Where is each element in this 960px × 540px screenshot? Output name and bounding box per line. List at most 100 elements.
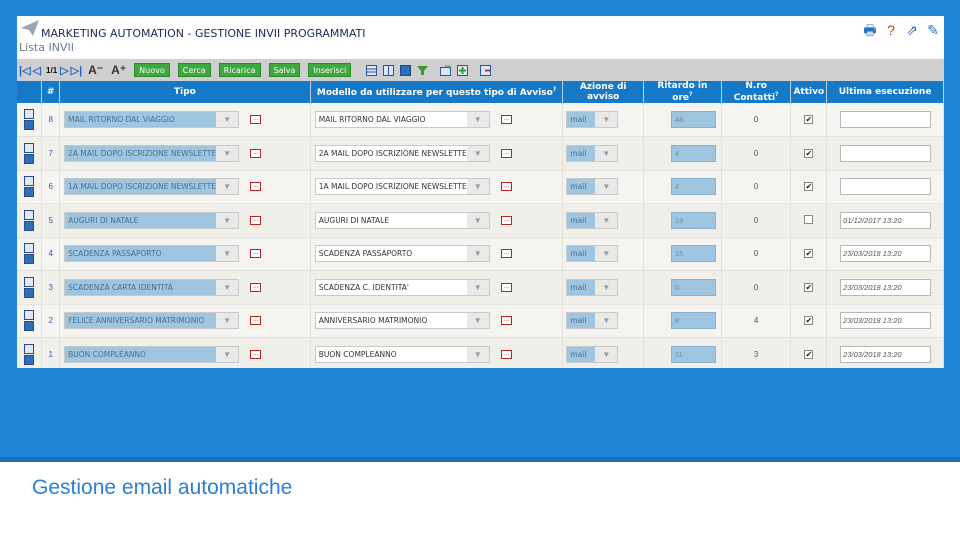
row-id[interactable]: 4: [41, 237, 61, 271]
col-ultima[interactable]: Ultima esecuzione: [826, 81, 944, 103]
edit-record-icon[interactable]: [24, 343, 35, 354]
modello-lookup-button[interactable]: ...: [501, 349, 512, 359]
ultima-input[interactable]: 01/12/2017 13:20: [840, 211, 932, 229]
dropdown-arrow-icon[interactable]: ▼: [216, 145, 239, 161]
modello-select[interactable]: 2A MAIL DOPO ISCRIZIONE NEWSLETTER ▼: [314, 144, 490, 162]
printer-icon[interactable]: 🖶: [861, 21, 879, 39]
ritardo-input[interactable]: 11: [670, 345, 716, 363]
attivo-checkbox[interactable]: ✔: [804, 148, 814, 158]
dropdown-arrow-icon[interactable]: ▼: [216, 112, 239, 127]
azione-select[interactable]: mail ▼: [566, 178, 619, 196]
grid-view-icon[interactable]: [366, 64, 378, 76]
tipo-select[interactable]: SCADENZA PASSAPORTO ▼: [64, 245, 240, 263]
modello-lookup-button[interactable]: ...: [501, 316, 512, 326]
dropdown-arrow-icon[interactable]: ▼: [466, 179, 489, 195]
modello-lookup-button[interactable]: ...: [501, 148, 512, 158]
dropdown-arrow-icon[interactable]: ▼: [466, 279, 489, 295]
copy-record-icon[interactable]: [24, 187, 35, 198]
dropdown-arrow-icon[interactable]: ▼: [466, 145, 489, 161]
tipo-select[interactable]: AUGURI DI NATALE ▼: [64, 211, 240, 229]
tipo-lookup-button[interactable]: ...: [250, 282, 262, 292]
modello-select[interactable]: 1A MAIL DOPO ISCRIZIONE NEWSLETTER ▼: [314, 178, 490, 196]
next-page-icon[interactable]: ▷: [60, 64, 68, 77]
dropdown-arrow-icon[interactable]: ▼: [595, 246, 618, 262]
modello-select[interactable]: AUGURI DI NATALE ▼: [314, 211, 490, 229]
dropdown-arrow-icon[interactable]: ▼: [216, 246, 239, 262]
copy-record-icon[interactable]: [24, 354, 35, 365]
tipo-lookup-button[interactable]: ...: [250, 316, 262, 326]
dropdown-arrow-icon[interactable]: ▼: [216, 212, 239, 228]
attivo-checkbox[interactable]: ✔: [804, 282, 814, 292]
modello-lookup-button[interactable]: ...: [501, 282, 512, 292]
tipo-lookup-button[interactable]: ...: [250, 215, 262, 225]
ultima-input[interactable]: [840, 111, 932, 128]
azione-select[interactable]: mail ▼: [566, 278, 619, 296]
ultima-input[interactable]: [840, 178, 932, 196]
row-id[interactable]: 7: [41, 136, 61, 171]
tipo-select[interactable]: 2A MAIL DOPO ISCRIZIONE NEWSLETTER ▼: [64, 144, 240, 162]
add-row-icon[interactable]: [457, 64, 469, 76]
tipo-select[interactable]: SCADENZA CARTA IDENTITÀ ▼: [64, 278, 240, 296]
list-view-icon[interactable]: [383, 64, 395, 76]
modello-select[interactable]: MAIL RITORNO DAL VIAGGIO ▼: [314, 111, 490, 128]
col-contatti[interactable]: N.ro Contatti?: [721, 81, 792, 103]
ritardo-input[interactable]: 8: [670, 312, 716, 330]
inserisci-button[interactable]: Inserisci: [308, 63, 352, 77]
tipo-select[interactable]: 1A MAIL DOPO ISCRIZIONE NEWSLETTER ▼: [64, 178, 240, 196]
dropdown-arrow-icon[interactable]: ▼: [216, 346, 239, 362]
dropdown-arrow-icon[interactable]: ▼: [466, 313, 489, 329]
attivo-checkbox[interactable]: ✔: [804, 249, 814, 259]
copy-record-icon[interactable]: [24, 220, 35, 231]
modello-lookup-button[interactable]: ...: [501, 215, 512, 225]
azione-select[interactable]: mail ▼: [566, 345, 619, 363]
attivo-checkbox[interactable]: ✔: [804, 182, 814, 192]
ultima-input[interactable]: 23/03/2018 13:20: [840, 278, 932, 296]
dropdown-arrow-icon[interactable]: ▼: [595, 145, 618, 161]
copy-record-icon[interactable]: [24, 120, 35, 130]
attivo-checkbox[interactable]: ✔: [804, 115, 814, 124]
modello-select[interactable]: ANNIVERSARIO MATRIMONIO ▼: [314, 312, 490, 330]
font-increase-icon[interactable]: A⁺: [111, 63, 126, 77]
tipo-lookup-button[interactable]: ...: [250, 182, 262, 192]
dropdown-arrow-icon[interactable]: ▼: [466, 346, 489, 362]
edit-record-icon[interactable]: [24, 142, 35, 153]
row-id[interactable]: 5: [41, 203, 61, 238]
help-icon[interactable]: ?: [882, 21, 900, 39]
ricarica-button[interactable]: Ricarica: [218, 63, 261, 77]
dropdown-arrow-icon[interactable]: ▼: [595, 346, 618, 362]
ritardo-input[interactable]: 48: [670, 111, 716, 128]
row-id[interactable]: 6: [41, 170, 61, 204]
col-modello[interactable]: Modello da utilizzare per questo tipo di…: [310, 81, 564, 103]
col-attivo[interactable]: Attivo: [790, 81, 828, 103]
edit-record-icon[interactable]: [24, 109, 35, 119]
tipo-lookup-button[interactable]: ...: [250, 349, 262, 359]
ultima-input[interactable]: 23/03/2018 13:20: [840, 312, 932, 330]
delete-row-icon[interactable]: [480, 64, 492, 76]
copy-record-icon[interactable]: [24, 254, 35, 265]
modello-lookup-button[interactable]: ...: [501, 115, 512, 124]
tipo-select[interactable]: BUON COMPLEANNO ▼: [64, 345, 240, 363]
modello-select[interactable]: SCADENZA C. IDENTITA' ▼: [314, 278, 490, 296]
azione-select[interactable]: mail ▼: [566, 312, 619, 330]
copy-record-icon[interactable]: [24, 321, 35, 332]
ritardo-input[interactable]: 4: [670, 144, 716, 162]
azione-select[interactable]: mail ▼: [566, 144, 619, 162]
modello-select[interactable]: SCADENZA PASSAPORTO ▼: [314, 245, 490, 263]
edit-record-icon[interactable]: [24, 276, 35, 287]
dropdown-arrow-icon[interactable]: ▼: [595, 313, 618, 329]
azione-select[interactable]: mail ▼: [566, 245, 619, 263]
dropdown-arrow-icon[interactable]: ▼: [216, 279, 239, 295]
ultima-input[interactable]: 23/03/2018 13:20: [840, 245, 932, 263]
tipo-lookup-button[interactable]: ...: [250, 148, 262, 158]
attivo-checkbox[interactable]: [804, 214, 814, 224]
first-page-icon[interactable]: |◁: [19, 64, 31, 77]
ritardo-input[interactable]: 15: [670, 245, 716, 263]
row-id[interactable]: 8: [41, 103, 61, 137]
edit-grid-icon[interactable]: [440, 65, 452, 76]
external-link-icon[interactable]: ⇗: [903, 21, 921, 39]
row-id[interactable]: 1: [41, 337, 61, 368]
dropdown-arrow-icon[interactable]: ▼: [595, 179, 618, 195]
col-ritardo[interactable]: Ritardo in ore?: [643, 81, 722, 103]
prev-page-icon[interactable]: ◁: [33, 64, 41, 77]
edit-record-icon[interactable]: [24, 243, 35, 254]
